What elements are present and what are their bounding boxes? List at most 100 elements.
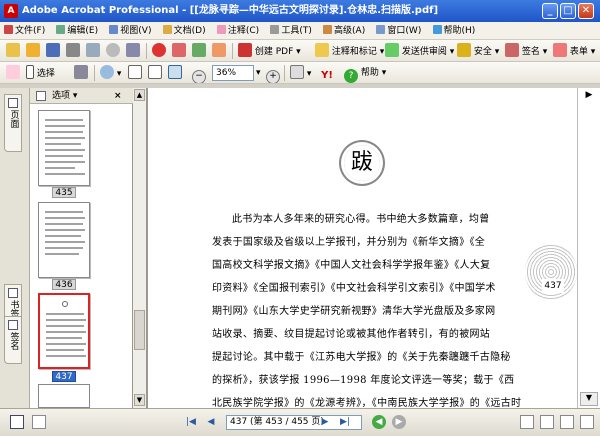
title-bar: A Adobe Acrobat Professional - [[龙脉寻踪—中华… bbox=[0, 0, 600, 22]
help-icon: ? bbox=[344, 69, 358, 83]
page-thumbnail[interactable] bbox=[38, 384, 90, 408]
zoom-out-button[interactable]: − bbox=[192, 65, 206, 83]
comment-markup-button[interactable]: 注释和标记 ▾ bbox=[315, 43, 384, 59]
menu-comments[interactable]: 注释(C) bbox=[213, 22, 263, 39]
menu-view[interactable]: 视图(V) bbox=[105, 22, 155, 39]
zoom-tool-button[interactable]: ▾ bbox=[100, 65, 121, 81]
new-button[interactable] bbox=[6, 43, 20, 59]
document-view[interactable]: 跋 此书为本人多年来的研究心得。书中绝大多数篇章，均曾 发表于国家级及省级以上学… bbox=[147, 88, 577, 408]
first-page-button[interactable]: |◀ bbox=[184, 415, 198, 429]
close-panel-icon[interactable]: × bbox=[114, 88, 122, 104]
rotate-button[interactable]: ▾ bbox=[290, 65, 311, 81]
thumbnail-page-number: 435 bbox=[52, 187, 76, 198]
scroll-down-arrow[interactable]: ▼ bbox=[134, 394, 145, 406]
snapshot-button[interactable] bbox=[74, 65, 88, 81]
send-review-button[interactable]: 发送供审阅 ▾ bbox=[385, 43, 454, 59]
comment-icon bbox=[315, 43, 329, 57]
print-button[interactable] bbox=[66, 43, 80, 59]
acrobat-window: A Adobe Acrobat Professional - [[龙脉寻踪—中华… bbox=[0, 0, 600, 436]
cursor-icon bbox=[26, 65, 34, 79]
grid-icon bbox=[172, 43, 186, 57]
tab-pages[interactable]: 页面 bbox=[4, 94, 22, 152]
hand-tool-button[interactable] bbox=[6, 65, 20, 81]
yahoo-icon: Y! bbox=[321, 70, 333, 81]
scroll-thumb[interactable] bbox=[134, 310, 145, 350]
menu-edit[interactable]: 编辑(E) bbox=[52, 22, 102, 39]
thumbnails-scrollbar[interactable]: ▲ ▼ bbox=[133, 88, 147, 408]
page-button[interactable] bbox=[192, 43, 206, 59]
previous-page-button[interactable]: ◀ bbox=[204, 415, 218, 429]
document-menu-icon bbox=[162, 25, 172, 34]
options-menu[interactable]: 选项 ▾ bbox=[52, 88, 77, 104]
next-view-button[interactable]: ▶ bbox=[392, 415, 406, 429]
delete-page-icon[interactable] bbox=[36, 91, 46, 101]
zoom-in-button[interactable]: + bbox=[266, 65, 280, 83]
menu-help[interactable]: 帮助(H) bbox=[429, 22, 480, 39]
single-page-layout-icon[interactable] bbox=[520, 415, 534, 429]
search-button[interactable] bbox=[106, 43, 120, 59]
panel-toggle-icon[interactable] bbox=[10, 415, 24, 429]
scroll-down-button[interactable]: ▼ bbox=[580, 392, 598, 406]
close-button[interactable]: ✕ bbox=[578, 3, 594, 19]
file-menu-icon bbox=[4, 25, 13, 34]
previous-view-button[interactable]: ◀ bbox=[372, 415, 386, 429]
menu-tools[interactable]: 工具(T) bbox=[266, 22, 316, 39]
thumbnails-panel: 选项 ▾ × 435 436 437 bbox=[30, 88, 133, 408]
bookmark-icon bbox=[8, 288, 18, 298]
send-review-icon bbox=[385, 43, 399, 57]
minimize-button[interactable]: _ bbox=[542, 3, 558, 19]
select-tool-button[interactable]: 选择 bbox=[26, 65, 55, 81]
menu-bar: 文件(F) 编辑(E) 视图(V) 文档(D) 注释(C) 工具(T) 高级(A… bbox=[0, 22, 600, 40]
view-menu-icon bbox=[109, 25, 119, 34]
tab-signatures[interactable]: 签名 bbox=[4, 316, 22, 364]
menu-file[interactable]: 文件(F) bbox=[0, 22, 49, 39]
chapter-heading: 跋 bbox=[344, 145, 380, 181]
tools-menu-icon bbox=[270, 25, 280, 34]
thumbnail-heading-mark bbox=[62, 301, 68, 307]
plugin-button[interactable] bbox=[152, 43, 166, 59]
zoom-dropdown[interactable]: ▾ bbox=[256, 65, 261, 81]
fit-page-icon bbox=[148, 65, 162, 79]
page-thumbnail[interactable] bbox=[38, 202, 90, 278]
actual-size-button[interactable] bbox=[128, 65, 142, 81]
forms-button[interactable]: 表单 ▾ bbox=[553, 43, 595, 59]
menu-document[interactable]: 文档(D) bbox=[159, 22, 210, 39]
body-line: 北民族学院学报》的《龙源考辨》，《中南民族大学学报》的《远古时 bbox=[212, 398, 522, 408]
attach-button[interactable] bbox=[126, 43, 140, 59]
menu-window[interactable]: 窗口(W) bbox=[372, 22, 425, 39]
next-page-button[interactable]: ▶ bbox=[318, 415, 332, 429]
paperclip-icon bbox=[126, 43, 140, 57]
fit-width-icon bbox=[168, 65, 182, 79]
rotate-icon bbox=[290, 65, 304, 79]
secure-button[interactable]: 安全 ▾ bbox=[457, 43, 499, 59]
menu-advanced[interactable]: 高级(A) bbox=[319, 22, 369, 39]
attachment-panel-icon[interactable] bbox=[32, 415, 46, 429]
expand-right-panel-arrow[interactable]: ▶ bbox=[582, 90, 596, 102]
doc-button[interactable] bbox=[212, 43, 226, 59]
save-button[interactable] bbox=[46, 43, 60, 59]
fit-width-button[interactable] bbox=[168, 65, 182, 81]
navigation-toolbar: 选择 ▾ − 36% ▾ + ▾ Y! ? 帮助 ▾ bbox=[0, 62, 600, 84]
save-icon bbox=[46, 43, 60, 57]
page-thumbnail-selected[interactable] bbox=[38, 293, 90, 369]
yahoo-button[interactable]: Y! bbox=[320, 65, 334, 81]
page-icon bbox=[192, 43, 206, 57]
zoom-level-field[interactable]: 36% bbox=[212, 65, 254, 81]
help-button[interactable]: ? 帮助 ▾ bbox=[344, 65, 386, 83]
body-line: 发表于国家级及省级以上学报刊，并分别为《新华文摘》《全 bbox=[212, 237, 486, 248]
email-button[interactable] bbox=[86, 43, 100, 59]
facing-layout-icon[interactable] bbox=[560, 415, 574, 429]
pages-icon bbox=[8, 98, 18, 108]
continuous-layout-icon[interactable] bbox=[540, 415, 554, 429]
sign-button[interactable]: 签名 ▾ bbox=[505, 43, 547, 59]
create-pdf-button[interactable]: 创建 PDF ▾ bbox=[238, 43, 301, 59]
body-line: 期刊网》《山东大学史学研究新视野》清华大学光盘版及多家网 bbox=[212, 306, 496, 317]
scroll-up-arrow[interactable]: ▲ bbox=[134, 89, 145, 101]
last-page-button[interactable]: ▶| bbox=[338, 415, 352, 429]
fit-page-button[interactable] bbox=[148, 65, 162, 81]
grid-button[interactable] bbox=[172, 43, 186, 59]
page-thumbnail[interactable] bbox=[38, 110, 90, 186]
maximize-button[interactable]: □ bbox=[560, 3, 576, 19]
open-button[interactable] bbox=[26, 43, 40, 59]
continuous-facing-layout-icon[interactable] bbox=[580, 415, 594, 429]
